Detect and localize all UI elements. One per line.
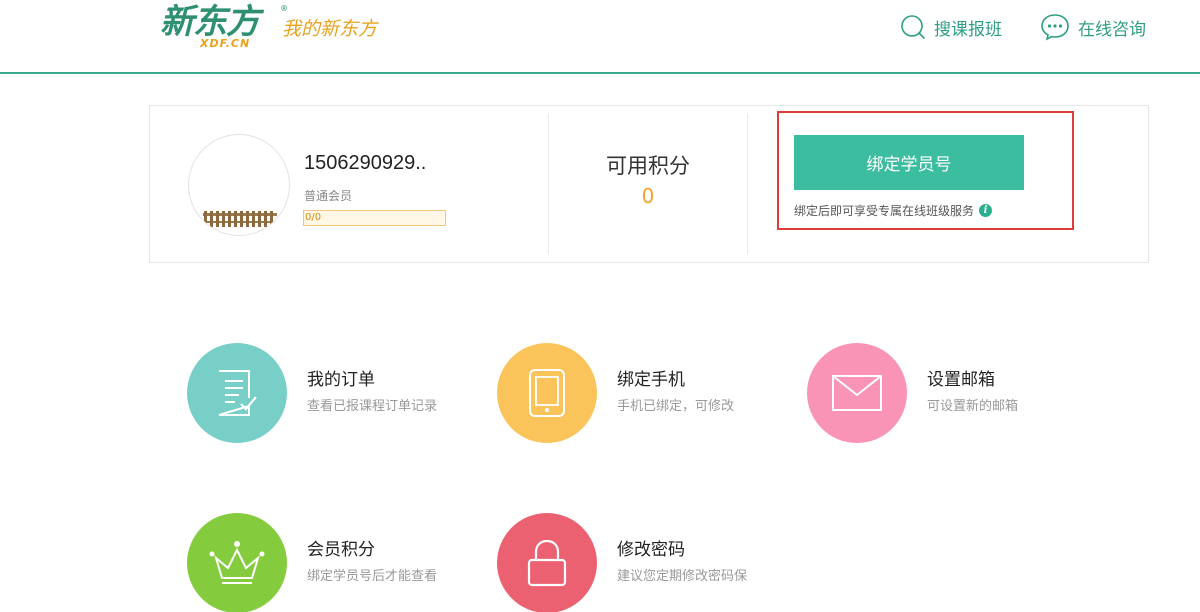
tablet-icon [529, 369, 565, 417]
nav-search-courses[interactable]: 搜课报班 [900, 12, 1002, 42]
username: 1506290929.. [304, 152, 427, 174]
logo-registered-mark: ® [280, 4, 288, 13]
tile-circle [187, 343, 287, 443]
bind-tip: 绑定后即可享受专属在线班级服务 i [794, 202, 993, 219]
tile-circle [187, 513, 287, 612]
tile-title: 绑定手机 [617, 370, 685, 390]
tile-title: 修改密码 [617, 540, 685, 560]
tile-desc: 绑定学员号后才能查看 [307, 569, 438, 584]
logo-text: 新东方 [160, 2, 260, 42]
logo-tagline: 我的新东方 [282, 18, 378, 40]
tile-desc: 可设置新的邮箱 [927, 399, 1019, 414]
tile-desc: 手机已绑定，可修改 [617, 399, 735, 414]
tile-set-email[interactable]: 设置邮箱 可设置新的邮箱 [807, 343, 1107, 453]
lock-icon [527, 539, 567, 587]
nav-chat-label: 在线咨询 [1078, 19, 1146, 40]
tile-circle [497, 343, 597, 443]
bind-student-id-button[interactable]: 绑定学员号 [794, 135, 1024, 190]
member-progress-bar: 0/0 [303, 210, 446, 226]
tile-circle [497, 513, 597, 612]
info-icon[interactable]: i [979, 204, 993, 217]
tile-member-points[interactable]: 会员积分 绑定学员号后才能查看 [187, 513, 487, 612]
tile-circle [807, 343, 907, 443]
progress-text: 0/0 [305, 212, 322, 223]
nav-search-label: 搜课报班 [934, 19, 1002, 40]
profile-card: 1506290929.. 普通会员 0/0 可用积分 0 绑定学员号 绑定后即可… [149, 105, 1149, 263]
tile-change-password[interactable]: 修改密码 建议您定期修改密码保 [497, 513, 797, 612]
nav-online-consult[interactable]: 在线咨询 [1040, 12, 1146, 42]
chat-bubble-icon [1041, 14, 1069, 41]
tile-bind-phone[interactable]: 绑定手机 手机已绑定，可修改 [497, 343, 797, 453]
tile-title: 设置邮箱 [927, 370, 995, 390]
tile-desc: 查看已报课程订单记录 [307, 399, 438, 414]
member-level: 普通会员 [304, 189, 353, 203]
divider [747, 114, 748, 254]
tile-title: 我的订单 [307, 370, 375, 390]
tile-desc: 建议您定期修改密码保 [617, 569, 748, 584]
avatar[interactable] [188, 134, 290, 236]
tile-my-orders[interactable]: 我的订单 查看已报课程订单记录 [187, 343, 487, 453]
points-label: 可用积分 [606, 154, 690, 178]
order-list-icon [218, 370, 257, 416]
xdf-logo[interactable]: 新东方 ® XDF.CN 我的新东方 [160, 2, 390, 54]
logo-domain: XDF.CN [200, 37, 251, 50]
search-icon [901, 15, 925, 39]
bind-tip-text: 绑定后即可享受专属在线班级服务 [794, 204, 975, 218]
points-value: 0 [641, 184, 655, 208]
envelope-icon [832, 375, 882, 411]
crown-icon [209, 541, 265, 584]
site-header: 新东方 ® XDF.CN 我的新东方 搜课报班 在线咨询 [0, 0, 1200, 74]
fence-decoration-icon [203, 211, 277, 227]
tile-title: 会员积分 [307, 540, 375, 560]
